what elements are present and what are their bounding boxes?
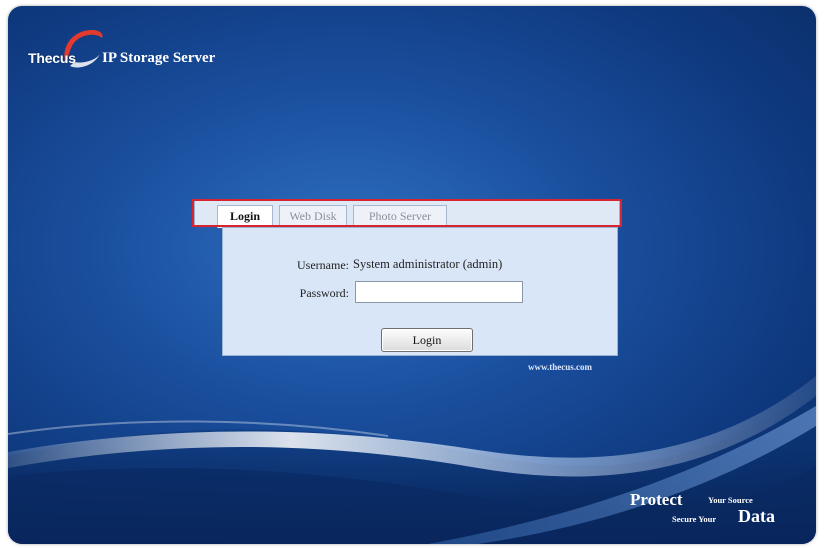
login-form: Username: System administrator (admin) P… [222, 227, 618, 356]
tab-strip: Login Web Disk Photo Server [194, 200, 620, 228]
slogan-protect: Protect [630, 490, 683, 509]
password-input[interactable] [355, 281, 523, 303]
login-screen: Thecus IP Storage Server Login Web Disk … [8, 6, 816, 544]
slogan-data: Data [738, 506, 775, 526]
slogan-source: Your Source [708, 495, 753, 505]
username-label: Username: [297, 258, 349, 272]
logo-text: Thecus [28, 50, 76, 66]
username-value: System administrator (admin) [353, 257, 503, 271]
login-button[interactable]: Login [381, 328, 473, 352]
tab-photo-server[interactable]: Photo Server [353, 205, 447, 227]
tab-login[interactable]: Login [217, 205, 273, 228]
slogan: Protect Your Source Secure Your Data [630, 490, 800, 530]
website-link[interactable]: www.thecus.com [528, 362, 592, 372]
product-name: IP Storage Server [102, 50, 216, 66]
thecus-logo-icon [64, 30, 103, 68]
password-label: Password: [299, 286, 349, 300]
slogan-secure: Secure Your [672, 514, 717, 524]
tab-web-disk[interactable]: Web Disk [279, 205, 347, 227]
login-panel: Login Web Disk Photo Server Username: Sy… [194, 200, 620, 364]
